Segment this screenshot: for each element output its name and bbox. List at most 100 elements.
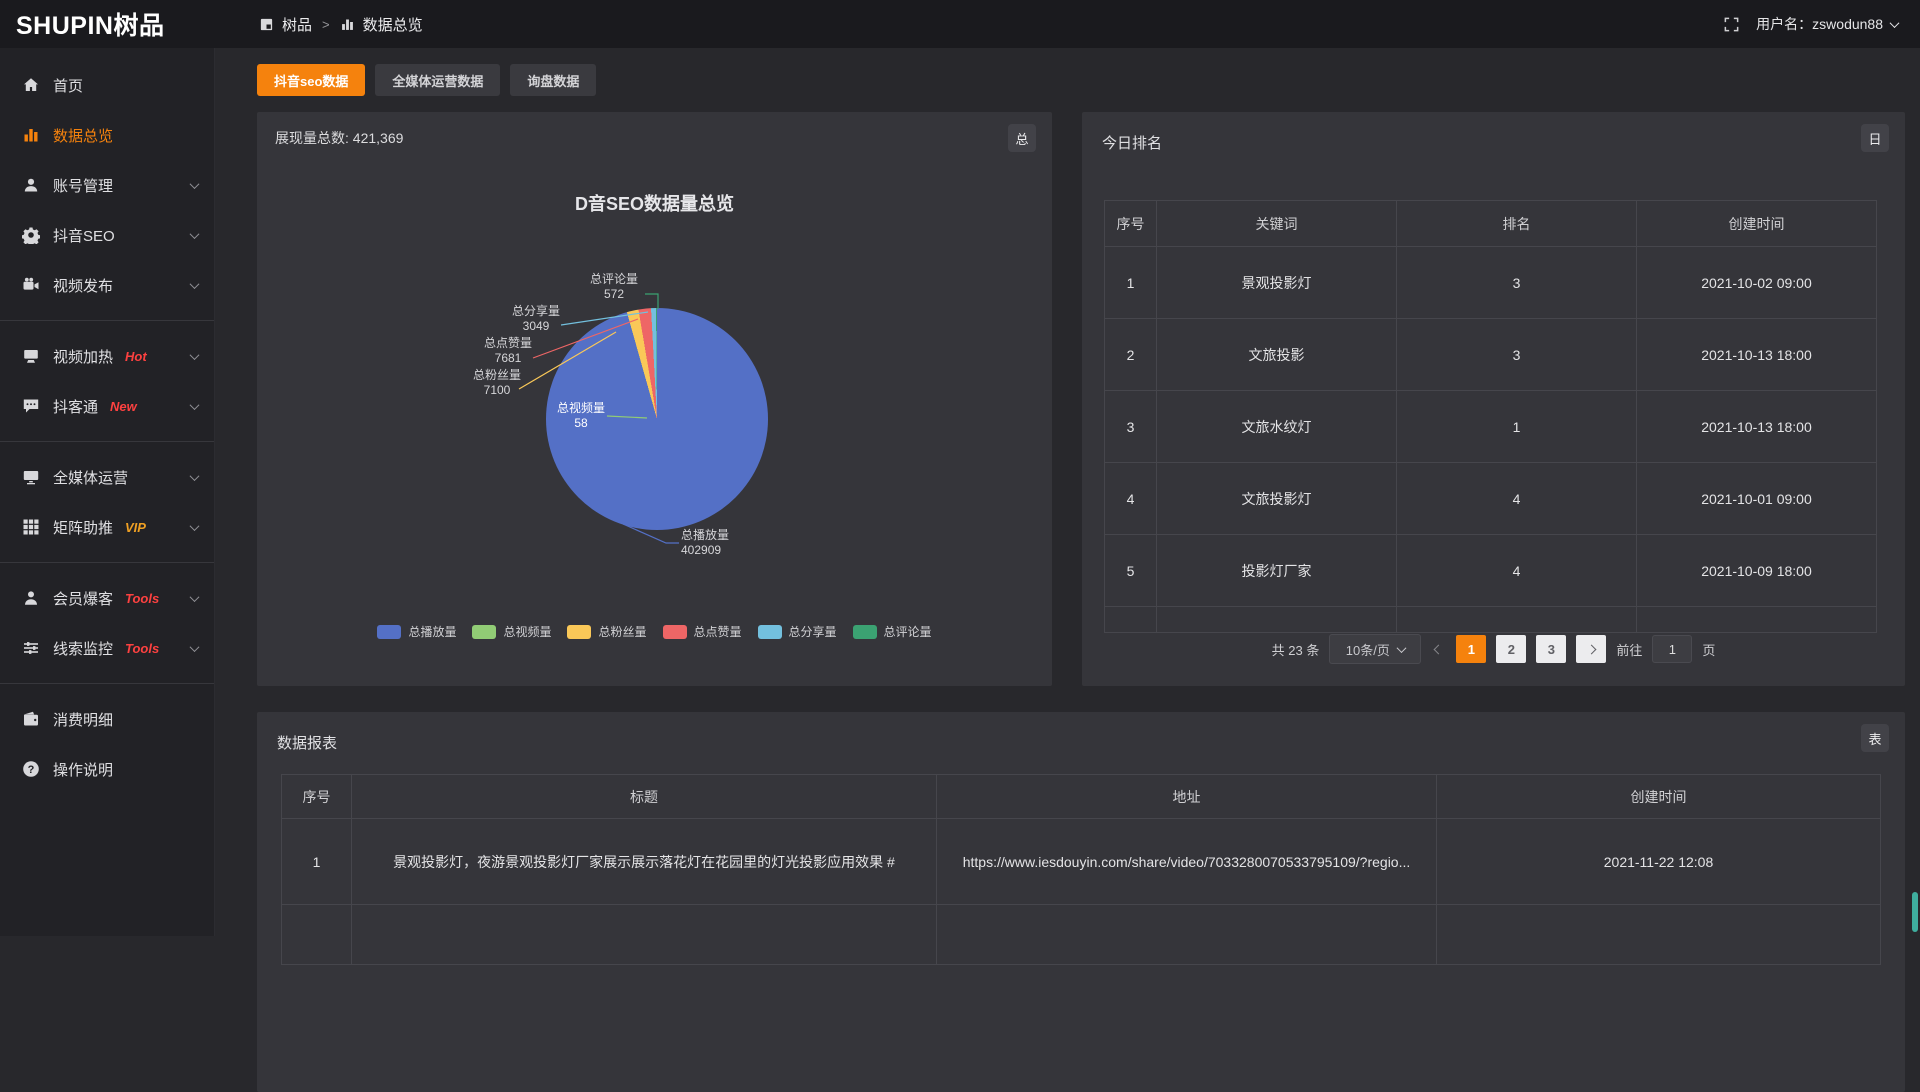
tab-inquiry-data[interactable]: 询盘数据 [510, 64, 596, 96]
panel-title: 数据报表 [277, 732, 337, 753]
sidebar-item-label: 抖客通 [53, 396, 98, 417]
table-row-stub [282, 905, 1881, 965]
sidebar-divider [0, 683, 214, 684]
sidebar-item-label: 操作说明 [53, 759, 113, 780]
table-row[interactable]: 1 景观投影灯，夜游景观投影灯厂家展示展示落花灯在花园里的灯光投影应用效果 # … [282, 819, 1881, 905]
logo-cn: 树品 [113, 12, 164, 40]
sidebar-item-label: 账号管理 [53, 175, 113, 196]
table-row[interactable]: 3 文旅水纹灯 1 2021-10-13 18:00 [1105, 391, 1877, 463]
legend-item-comments[interactable]: 总评论量 [853, 623, 932, 640]
sidebar-item-member-burst[interactable]: 会员爆客 Tools [0, 573, 214, 623]
tab-douyin-seo-data[interactable]: 抖音seo数据 [257, 64, 365, 96]
legend-item-fans[interactable]: 总粉丝量 [567, 623, 646, 640]
pie-label-name: 总点赞量 [466, 336, 550, 351]
page-button-2[interactable]: 2 [1496, 635, 1526, 663]
bar-chart-icon [22, 126, 40, 144]
legend-item-shares[interactable]: 总分享量 [758, 623, 837, 640]
panel-title: 今日排名 [1102, 132, 1162, 153]
pie-label-comments: 总评论量 572 [572, 272, 656, 302]
sidebar-divider [0, 441, 214, 442]
fullscreen-icon[interactable] [1723, 16, 1740, 33]
bar-chart-icon [340, 17, 355, 32]
cell-keyword: 投影灯厂家 [1157, 535, 1397, 607]
cell-title: 景观投影灯，夜游景观投影灯厂家展示展示落花灯在花园里的灯光投影应用效果 # [352, 819, 937, 905]
legend-item-videos[interactable]: 总视频量 [472, 623, 551, 640]
goto-page-input[interactable] [1652, 635, 1692, 663]
pie-label-name: 总分享量 [494, 304, 578, 319]
sidebar-item-expense-detail[interactable]: 消费明细 [0, 694, 214, 744]
sidebar-item-video-publish[interactable]: 视频发布 [0, 260, 214, 310]
cell-index: 4 [1105, 463, 1157, 535]
pie-label-shares: 总分享量 3049 [494, 304, 578, 334]
legend-item-plays[interactable]: 总播放量 [377, 623, 456, 640]
username-label: 用户名：zswodun88 [1756, 14, 1883, 34]
tools-badge: Tools [125, 591, 159, 606]
sidebar-item-matrix-boost[interactable]: 矩阵助推 VIP [0, 502, 214, 552]
tools-badge: Tools [125, 641, 159, 656]
sidebar-item-home[interactable]: 首页 [0, 60, 214, 110]
tab-omnimedia-data[interactable]: 全媒体运营数据 [375, 64, 500, 96]
legend-label: 总分享量 [789, 623, 837, 640]
sidebar-item-label: 首页 [53, 75, 83, 96]
col-title: 标题 [352, 775, 937, 819]
cell-index: 1 [282, 819, 352, 905]
sidebar-item-lead-monitor[interactable]: 线索监控 Tools [0, 623, 214, 673]
col-created: 创建时间 [1637, 201, 1877, 247]
cell-created: 2021-10-02 09:00 [1637, 247, 1877, 319]
legend-swatch [663, 625, 687, 639]
pie-label-name: 总粉丝量 [455, 368, 539, 383]
home-icon [22, 76, 40, 94]
sidebar-item-label: 抖音SEO [53, 225, 115, 246]
table-row[interactable]: 2 文旅投影 3 2021-10-13 18:00 [1105, 319, 1877, 391]
breadcrumb-current[interactable]: 数据总览 [363, 14, 423, 35]
col-rank: 排名 [1397, 201, 1637, 247]
table-row[interactable]: 1 景观投影灯 3 2021-10-02 09:00 [1105, 247, 1877, 319]
page-size-select[interactable]: 10条/页 [1329, 634, 1421, 664]
user-menu[interactable]: 用户名：zswodun88 [1756, 14, 1898, 34]
chevron-down-icon [191, 232, 198, 239]
legend-item-likes[interactable]: 总点赞量 [663, 623, 742, 640]
day-badge-button[interactable]: 日 [1861, 124, 1889, 152]
impressions-total: 展现量总数: 421,369 [275, 128, 403, 148]
sidebar-item-instructions[interactable]: ? 操作说明 [0, 744, 214, 794]
today-ranking-panel: 今日排名 日 序号 关键词 排名 创建时间 1 景观投影灯 3 [1082, 112, 1905, 686]
chevron-down-icon [191, 282, 198, 289]
sidebar: 首页 数据总览 账号管理 抖音SEO 视频发布 视频加热 Hot 抖客通 New… [0, 48, 215, 936]
table-badge-button[interactable]: 表 [1861, 724, 1889, 752]
pie-label-plays: 总播放量 402909 [681, 528, 765, 558]
sidebar-item-douketong[interactable]: 抖客通 New [0, 381, 214, 431]
sidebar-divider [0, 562, 214, 563]
chevron-down-icon [191, 474, 198, 481]
vip-badge: VIP [125, 520, 146, 535]
next-page-button[interactable] [1576, 635, 1606, 663]
prev-page-button[interactable] [1431, 646, 1446, 653]
cell-keyword: 文旅水纹灯 [1157, 391, 1397, 463]
sidebar-item-account[interactable]: 账号管理 [0, 160, 214, 210]
chevron-right-icon [1586, 644, 1596, 654]
cell-created: 2021-10-13 18:00 [1637, 391, 1877, 463]
video-camera-icon [22, 276, 40, 294]
chevron-down-icon [191, 403, 198, 410]
hot-badge: Hot [125, 349, 147, 364]
cell-video-link[interactable]: https://www.iesdouyin.com/share/video/70… [937, 819, 1437, 905]
cell-rank: 3 [1397, 247, 1637, 319]
pie-label-name: 总视频量 [539, 401, 623, 416]
page-button-3[interactable]: 3 [1536, 635, 1566, 663]
scrollbar-thumb[interactable] [1912, 892, 1918, 932]
total-badge-button[interactable]: 总 [1008, 124, 1036, 152]
breadcrumb-home[interactable]: 树品 [282, 14, 312, 35]
sidebar-item-douyin-seo[interactable]: 抖音SEO [0, 210, 214, 260]
sidebar-item-omnimedia[interactable]: 全媒体运营 [0, 452, 214, 502]
legend-swatch [853, 625, 877, 639]
chart-title: D音SEO数据量总览 [257, 190, 1052, 216]
sidebar-item-video-heat[interactable]: 视频加热 Hot [0, 331, 214, 381]
table-row[interactable]: 4 文旅投影灯 4 2021-10-01 09:00 [1105, 463, 1877, 535]
page-button-1[interactable]: 1 [1456, 635, 1486, 663]
monitor-icon [22, 468, 40, 486]
chevron-down-icon [191, 524, 198, 531]
app-grid-icon [259, 17, 274, 32]
pie-label-value: 7681 [466, 351, 550, 366]
chart-legend: 总播放量 总视频量 总粉丝量 总点赞量 总分享量 总评论量 [257, 623, 1052, 640]
sidebar-item-data-overview[interactable]: 数据总览 [0, 110, 214, 160]
table-row[interactable]: 5 投影灯厂家 4 2021-10-09 18:00 [1105, 535, 1877, 607]
